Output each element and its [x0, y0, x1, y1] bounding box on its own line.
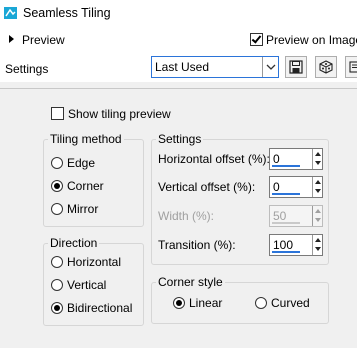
preview-toggle[interactable]: Preview [22, 33, 65, 47]
expand-triangle-icon[interactable] [9, 35, 14, 43]
radio-horizontal[interactable] [51, 256, 63, 268]
app-icon [4, 7, 17, 19]
radio-vertical[interactable] [51, 279, 63, 291]
radio-mirror[interactable] [51, 203, 63, 215]
reset-icon [349, 61, 357, 73]
spin-arrows-icon[interactable] [312, 177, 322, 197]
radio-linear-label[interactable]: Linear [189, 296, 222, 310]
direction-title: Direction [48, 236, 100, 250]
randomize-icon [319, 60, 333, 74]
radio-vertical-label[interactable]: Vertical [67, 278, 106, 292]
horizontal-offset-label: Horizontal offset (%): [158, 152, 270, 166]
save-preset-icon [289, 60, 303, 74]
transition-label: Transition (%): [158, 238, 236, 252]
preview-on-image-label[interactable]: Preview on Image [266, 33, 357, 47]
corner-style-title: Corner style [156, 275, 225, 289]
radio-curved[interactable] [255, 297, 267, 309]
show-tiling-preview-label[interactable]: Show tiling preview [68, 107, 171, 121]
vertical-offset-label: Vertical offset (%): [158, 180, 256, 194]
radio-corner-label[interactable]: Corner [67, 179, 104, 193]
value-underline [272, 193, 300, 195]
radio-edge[interactable] [51, 157, 63, 169]
radio-mirror-label[interactable]: Mirror [67, 202, 98, 216]
radio-horizontal-label[interactable]: Horizontal [67, 255, 121, 269]
radio-edge-label[interactable]: Edge [67, 156, 95, 170]
preset-dropdown[interactable]: Last Used [151, 56, 279, 78]
horizontal-offset-value: 0 [273, 152, 280, 166]
reset-button[interactable] [345, 56, 357, 78]
width-spinner: 50 [269, 205, 323, 227]
radio-bidirectional-label[interactable]: Bidirectional [67, 301, 132, 315]
value-underline [272, 251, 300, 253]
save-preset-button[interactable] [285, 56, 307, 78]
radio-corner[interactable] [51, 180, 63, 192]
show-tiling-preview-checkbox[interactable] [51, 107, 64, 120]
transition-spinner[interactable]: 100 [269, 234, 323, 256]
vertical-offset-spinner[interactable]: 0 [269, 176, 323, 198]
radio-curved-label[interactable]: Curved [271, 296, 310, 310]
separator [0, 88, 357, 89]
preset-value: Last Used [155, 60, 210, 74]
preview-on-image-checkbox[interactable] [250, 33, 263, 46]
transition-value: 100 [273, 238, 294, 252]
tiling-method-title: Tiling method [48, 132, 124, 146]
chevron-down-icon[interactable] [262, 57, 278, 77]
spin-arrows-icon [312, 206, 322, 226]
spin-arrows-icon[interactable] [312, 235, 322, 255]
width-value: 50 [273, 209, 287, 223]
width-label: Width (%): [158, 209, 215, 223]
value-underline [272, 222, 300, 224]
value-underline [272, 165, 300, 167]
window-title: Seamless Tiling [23, 6, 111, 20]
radio-linear[interactable] [173, 297, 185, 309]
horizontal-offset-spinner[interactable]: 0 [269, 148, 323, 170]
randomize-button[interactable] [315, 56, 337, 78]
radio-bidirectional[interactable] [51, 302, 63, 314]
spin-arrows-icon[interactable] [312, 149, 322, 169]
settings-label: Settings [5, 62, 49, 76]
settings-group-title: Settings [156, 132, 204, 146]
vertical-offset-value: 0 [273, 180, 280, 194]
checkmark-icon [251, 33, 262, 44]
